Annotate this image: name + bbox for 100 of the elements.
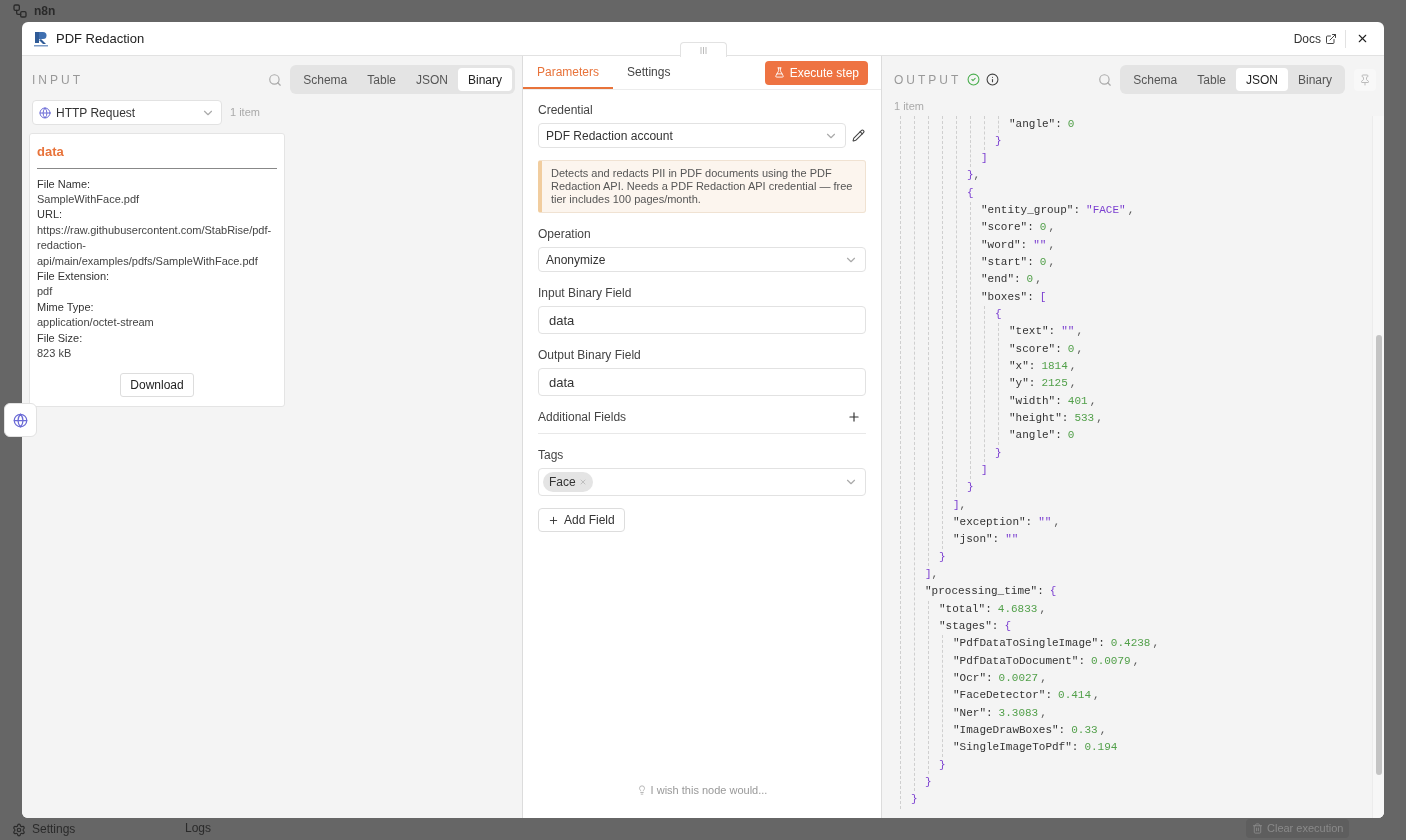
- item-count: 1 item: [893, 99, 925, 114]
- json-bracket: }: [939, 757, 946, 773]
- json-key: "stages":: [939, 618, 999, 636]
- lightbulb-icon: [636, 784, 647, 795]
- json-key: "angle":: [1009, 427, 1062, 445]
- field-value: pdf: [37, 284, 54, 300]
- download-button[interactable]: Download: [120, 373, 194, 398]
- add-option-button[interactable]: [846, 409, 862, 425]
- credential-select[interactable]: PDF Redaction account: [538, 123, 846, 148]
- json-value: 0: [1067, 341, 1075, 357]
- scrollbar-thumb[interactable]: [1375, 334, 1382, 775]
- json-key: "entity_group":: [981, 202, 1081, 220]
- pin-icon: [1359, 73, 1371, 86]
- view-tab[interactable]: JSON: [405, 68, 458, 91]
- json-value: 0: [1067, 116, 1075, 132]
- text-input[interactable]: data: [538, 368, 866, 396]
- json-value: 2125: [1041, 376, 1068, 392]
- view-tab[interactable]: Schema: [293, 68, 358, 91]
- json-value: 0.414: [1058, 688, 1092, 704]
- field-value: SampleWithFace.pdf: [37, 191, 141, 207]
- field-label: File Extension:: [37, 268, 111, 284]
- json-comma: ,: [1069, 359, 1077, 375]
- json-value: 0: [1067, 428, 1075, 444]
- search-icon[interactable]: [1098, 72, 1113, 87]
- json-comma: ,: [1040, 705, 1047, 721]
- pencil-icon: [851, 129, 865, 142]
- json-comma: ,: [1099, 723, 1107, 738]
- json-value: 0.0079: [1091, 653, 1131, 669]
- field-label: URL:: [37, 207, 64, 223]
- field-value: application/octet-stream: [37, 315, 155, 331]
- json-bracket: }: [925, 774, 932, 790]
- tags-select[interactable]: Face: [538, 468, 866, 496]
- view-tab[interactable]: Schema: [1123, 68, 1188, 91]
- remove-icon: [578, 478, 587, 486]
- plus-icon: [847, 410, 861, 424]
- grip-icon: [700, 46, 707, 54]
- json-comma: ,: [1127, 203, 1135, 219]
- json-value: 0.4238: [1110, 636, 1151, 652]
- plus-icon: [548, 514, 559, 526]
- json-key: "height":: [1009, 410, 1069, 428]
- json-comma: ,: [1132, 653, 1140, 669]
- panel-heading: OUTPUT: [894, 71, 962, 89]
- json-comma: ,: [1089, 393, 1097, 409]
- json-key: "y":: [1009, 375, 1036, 393]
- field-label: Operation: [538, 226, 592, 243]
- pin-button[interactable]: [1354, 68, 1376, 91]
- json-comma: ,: [1048, 255, 1056, 271]
- settings-icon: [12, 822, 26, 837]
- logo-icon: [34, 30, 48, 47]
- json-comma: ,: [1035, 272, 1042, 288]
- view-tab[interactable]: Table: [1187, 68, 1236, 91]
- json-key: "score":: [981, 219, 1034, 237]
- json-value: 0.0027: [998, 671, 1039, 686]
- field-label: File Name:: [37, 176, 92, 192]
- json-bracket: {: [995, 307, 1002, 323]
- json-comma: ,: [1093, 688, 1100, 704]
- settings-tab[interactable]: Settings: [613, 56, 685, 89]
- add-field-button[interactable]: Add Field: [538, 508, 625, 532]
- source-node-select[interactable]: HTTP Request: [32, 100, 222, 125]
- drag-handle[interactable]: [680, 42, 727, 57]
- field-label: Output Binary Field: [538, 347, 642, 364]
- view-tab[interactable]: JSON: [1235, 68, 1288, 91]
- trash-icon: [1252, 823, 1263, 834]
- json-comma: ,: [1076, 341, 1084, 357]
- json-comma: ,: [1048, 237, 1056, 253]
- json-comma: ,: [1053, 515, 1061, 531]
- json-bracket: {: [1049, 584, 1057, 600]
- json-value: 0.194: [1084, 740, 1118, 756]
- search-icon[interactable]: [268, 72, 283, 87]
- json-key: "Ner":: [953, 704, 993, 722]
- json-value: 4.6833: [997, 601, 1038, 617]
- json-bracket: }: [967, 480, 974, 496]
- panel-heading: INPUT: [32, 71, 83, 89]
- json-comma: ,: [973, 168, 981, 184]
- operation-select[interactable]: Anonymize: [538, 247, 866, 272]
- json-key: "start":: [981, 254, 1034, 272]
- json-value: "FACE": [1086, 203, 1126, 219]
- json-key: "processing_time":: [925, 583, 1044, 601]
- json-value: "": [1038, 515, 1052, 531]
- json-key: "score":: [1009, 340, 1062, 359]
- json-comma: ,: [1076, 324, 1084, 340]
- field-label: Tags: [538, 447, 565, 464]
- json-key: "Ocr":: [953, 670, 993, 688]
- view-tab[interactable]: Table: [357, 68, 406, 91]
- json-bracket: }: [911, 792, 918, 808]
- json-value: 401: [1067, 393, 1088, 409]
- docs-link[interactable]: Docs: [1293, 29, 1346, 48]
- external-link-icon: [1325, 32, 1337, 45]
- tag-chip[interactable]: Face: [543, 472, 593, 492]
- json-key: "angle":: [1009, 115, 1062, 133]
- json-key: "json":: [953, 531, 1000, 549]
- json-bracket: {: [1004, 619, 1012, 634]
- json-bracket: }: [995, 133, 1002, 149]
- view-tab[interactable]: Binary: [1288, 68, 1342, 91]
- json-bracket: {: [967, 185, 974, 201]
- node-switch-button[interactable]: [4, 403, 37, 437]
- view-tab[interactable]: Binary: [458, 68, 512, 91]
- text-input[interactable]: data: [538, 306, 866, 334]
- json-bracket: }: [967, 168, 974, 184]
- json-key: "PdfDataToSingleImage":: [953, 635, 1105, 653]
